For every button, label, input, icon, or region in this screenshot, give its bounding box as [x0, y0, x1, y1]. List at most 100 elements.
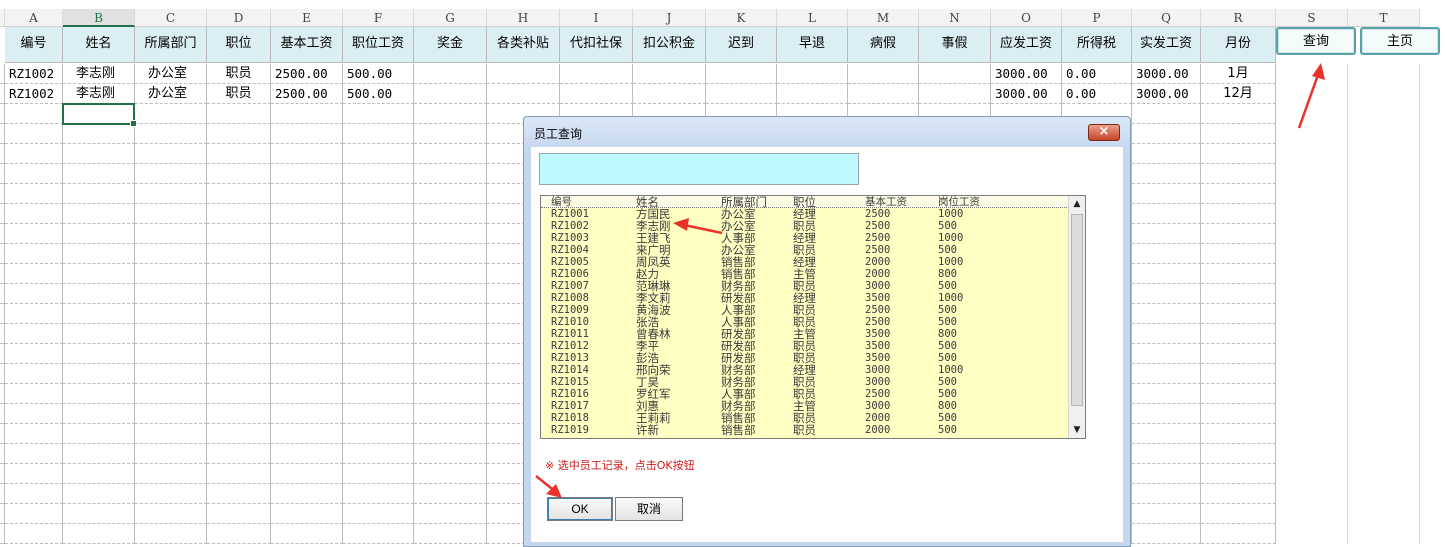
empty-cell[interactable] [271, 144, 343, 164]
empty-cell[interactable] [414, 424, 487, 444]
empty-cell[interactable] [343, 384, 414, 404]
empty-cell[interactable] [5, 264, 63, 284]
row-header[interactable] [0, 124, 5, 144]
empty-cell[interactable] [135, 284, 207, 304]
empty-cell[interactable] [1201, 524, 1276, 544]
empty-cell[interactable] [1132, 344, 1201, 364]
empty-cell[interactable] [63, 484, 135, 504]
column-header[interactable]: J [633, 9, 706, 27]
data-cell[interactable]: 1月 [1201, 64, 1276, 84]
row-header[interactable] [0, 364, 5, 384]
empty-cell[interactable] [1276, 284, 1348, 304]
empty-cell[interactable] [63, 364, 135, 384]
empty-cell[interactable] [1276, 204, 1348, 224]
empty-cell[interactable] [271, 364, 343, 384]
empty-cell[interactable] [135, 524, 207, 544]
row-header[interactable] [0, 184, 5, 204]
row-header[interactable] [0, 84, 5, 104]
empty-cell[interactable] [414, 484, 487, 504]
empty-cell[interactable] [63, 264, 135, 284]
empty-cell[interactable] [5, 384, 63, 404]
empty-cell[interactable] [63, 344, 135, 364]
empty-cell[interactable] [135, 224, 207, 244]
empty-cell[interactable] [777, 64, 848, 84]
data-cell[interactable]: RZ1002 [5, 64, 63, 84]
empty-cell[interactable] [271, 124, 343, 144]
column-header[interactable]: H [487, 9, 560, 27]
empty-cell[interactable] [207, 464, 271, 484]
empty-cell[interactable] [5, 144, 63, 164]
empty-cell[interactable] [848, 84, 919, 104]
empty-cell[interactable] [5, 444, 63, 464]
empty-cell[interactable] [343, 404, 414, 424]
row-header[interactable] [0, 264, 5, 284]
empty-cell[interactable] [135, 244, 207, 264]
list-item[interactable]: RZ1017 刘惠 财务部 主管 3000 800 [541, 400, 1069, 412]
empty-cell[interactable] [135, 364, 207, 384]
row-header[interactable] [0, 424, 5, 444]
empty-cell[interactable] [343, 304, 414, 324]
empty-cell[interactable] [706, 84, 777, 104]
empty-cell[interactable] [207, 184, 271, 204]
row-header[interactable] [0, 524, 5, 544]
list-item[interactable]: RZ1003 王建飞 人事部 经理 2500 1000 [541, 232, 1069, 244]
empty-cell[interactable] [1348, 464, 1420, 484]
empty-cell[interactable] [560, 64, 633, 84]
empty-cell[interactable] [271, 204, 343, 224]
empty-cell[interactable] [271, 344, 343, 364]
search-input[interactable] [539, 153, 859, 185]
empty-cell[interactable] [1132, 124, 1201, 144]
query-button[interactable]: 查询 [1276, 27, 1356, 55]
list-item[interactable]: RZ1002 李志刚 办公室 职员 2500 500 [541, 220, 1069, 232]
empty-cell[interactable] [135, 404, 207, 424]
empty-cell[interactable] [1276, 504, 1348, 524]
empty-cell[interactable] [414, 224, 487, 244]
empty-cell[interactable] [414, 504, 487, 524]
empty-cell[interactable] [1348, 284, 1420, 304]
empty-cell[interactable] [414, 264, 487, 284]
empty-cell[interactable] [1276, 384, 1348, 404]
empty-cell[interactable] [271, 404, 343, 424]
employee-listbox[interactable]: 编号 姓名 所属部门 职位 基本工资 岗位工资 RZ1001 方国民 办公室 经理 2500 1000… [540, 195, 1086, 439]
empty-cell[interactable] [207, 424, 271, 444]
empty-cell[interactable] [1348, 64, 1420, 84]
empty-cell[interactable] [207, 204, 271, 224]
empty-cell[interactable] [271, 264, 343, 284]
empty-cell[interactable] [207, 324, 271, 344]
empty-cell[interactable] [63, 324, 135, 344]
empty-cell[interactable] [1276, 224, 1348, 244]
row-header[interactable] [0, 164, 5, 184]
empty-cell[interactable] [271, 104, 343, 124]
row-header[interactable] [0, 344, 5, 364]
row-header[interactable] [0, 304, 5, 324]
empty-cell[interactable] [1201, 364, 1276, 384]
empty-cell[interactable] [271, 224, 343, 244]
data-cell[interactable]: 李志刚 [63, 84, 135, 104]
empty-cell[interactable] [207, 264, 271, 284]
empty-cell[interactable] [1201, 444, 1276, 464]
empty-cell[interactable] [1276, 144, 1348, 164]
list-item[interactable]: RZ1007 范琳琳 财务部 职员 3000 500 [541, 280, 1069, 292]
empty-cell[interactable] [1348, 224, 1420, 244]
empty-cell[interactable] [1348, 244, 1420, 264]
empty-cell[interactable] [1276, 344, 1348, 364]
empty-cell[interactable] [63, 464, 135, 484]
empty-cell[interactable] [271, 304, 343, 324]
empty-cell[interactable] [5, 304, 63, 324]
data-cell[interactable]: RZ1002 [5, 84, 63, 104]
column-header[interactable]: F [343, 9, 414, 27]
list-item[interactable]: RZ1018 王莉莉 销售部 职员 2000 500 [541, 412, 1069, 424]
empty-cell[interactable] [1132, 224, 1201, 244]
empty-cell[interactable] [414, 284, 487, 304]
empty-cell[interactable] [1132, 284, 1201, 304]
cancel-button[interactable]: 取消 [615, 497, 683, 521]
empty-cell[interactable] [5, 224, 63, 244]
data-cell[interactable]: 2500.00 [271, 64, 343, 84]
empty-cell[interactable] [207, 404, 271, 424]
empty-cell[interactable] [1132, 184, 1201, 204]
empty-cell[interactable] [343, 184, 414, 204]
empty-cell[interactable] [1201, 124, 1276, 144]
empty-cell[interactable] [1132, 424, 1201, 444]
empty-cell[interactable] [271, 504, 343, 524]
empty-cell[interactable] [1132, 264, 1201, 284]
